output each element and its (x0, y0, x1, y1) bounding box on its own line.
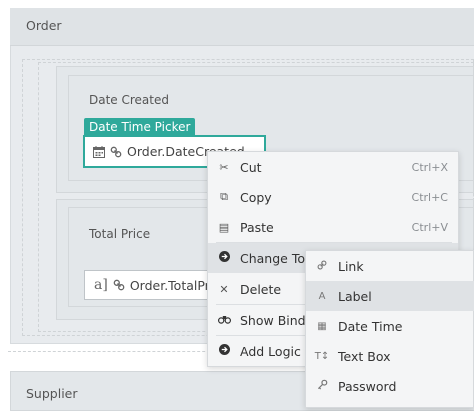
menu-item-shortcut: Ctrl+C (411, 190, 448, 204)
change-to-submenu: Link A Label ▦ Date Time T↕ Text Box Pas… (305, 250, 474, 408)
menu-item-label: Cut (240, 159, 262, 175)
control-type-badge: Date Time Picker (84, 118, 196, 136)
menu-item-copy[interactable]: ⧉ Copy Ctrl+C (208, 182, 458, 212)
submenu-item-text-box[interactable]: T↕ Text Box (306, 341, 474, 371)
link-icon (113, 279, 125, 291)
total-price-label: Total Price (89, 227, 151, 241)
menu-item-paste[interactable]: ▤ Paste Ctrl+V (208, 212, 458, 242)
calendar-icon (93, 145, 105, 158)
link-icon (110, 146, 122, 157)
date-created-label: Date Created (89, 93, 169, 107)
menu-item-cut[interactable]: ✂ Cut Ctrl+X (208, 152, 458, 182)
paste-icon: ▤ (218, 220, 230, 234)
menu-item-label: Paste (240, 219, 274, 235)
calendar-icon: ▦ (317, 320, 327, 332)
label-type-icon: a] (94, 277, 108, 293)
close-icon: ✕ (219, 282, 229, 296)
submenu-item-password[interactable]: Password (306, 371, 474, 401)
scissors-icon: ✂ (219, 160, 229, 174)
order-header[interactable] (10, 8, 474, 46)
submenu-item-label-text: Label (338, 288, 372, 304)
submenu-item-label: Link (338, 258, 364, 274)
menu-item-shortcut: Ctrl+X (411, 160, 448, 174)
label-type-icon: A (318, 290, 326, 302)
arrow-circle-icon (208, 344, 240, 358)
supplier-title: Supplier (26, 386, 78, 401)
copy-icon: ⧉ (220, 190, 228, 203)
submenu-item-label: Date Time (338, 318, 403, 334)
menu-item-shortcut: Ctrl+V (411, 220, 448, 234)
menu-item-label: Copy (240, 189, 272, 205)
submenu-item-link[interactable]: Link (306, 251, 474, 281)
link-icon (306, 260, 338, 273)
submenu-item-label: Password (338, 378, 397, 394)
textbox-icon: T↕ (314, 350, 330, 362)
submenu-item-label[interactable]: A Label (306, 281, 474, 311)
submenu-item-label: Text Box (338, 348, 391, 364)
submenu-item-date-time[interactable]: ▦ Date Time (306, 311, 474, 341)
binoculars-icon (208, 314, 240, 327)
key-icon (306, 379, 338, 393)
arrow-circle-icon (208, 251, 240, 265)
order-title: Order (26, 18, 62, 33)
